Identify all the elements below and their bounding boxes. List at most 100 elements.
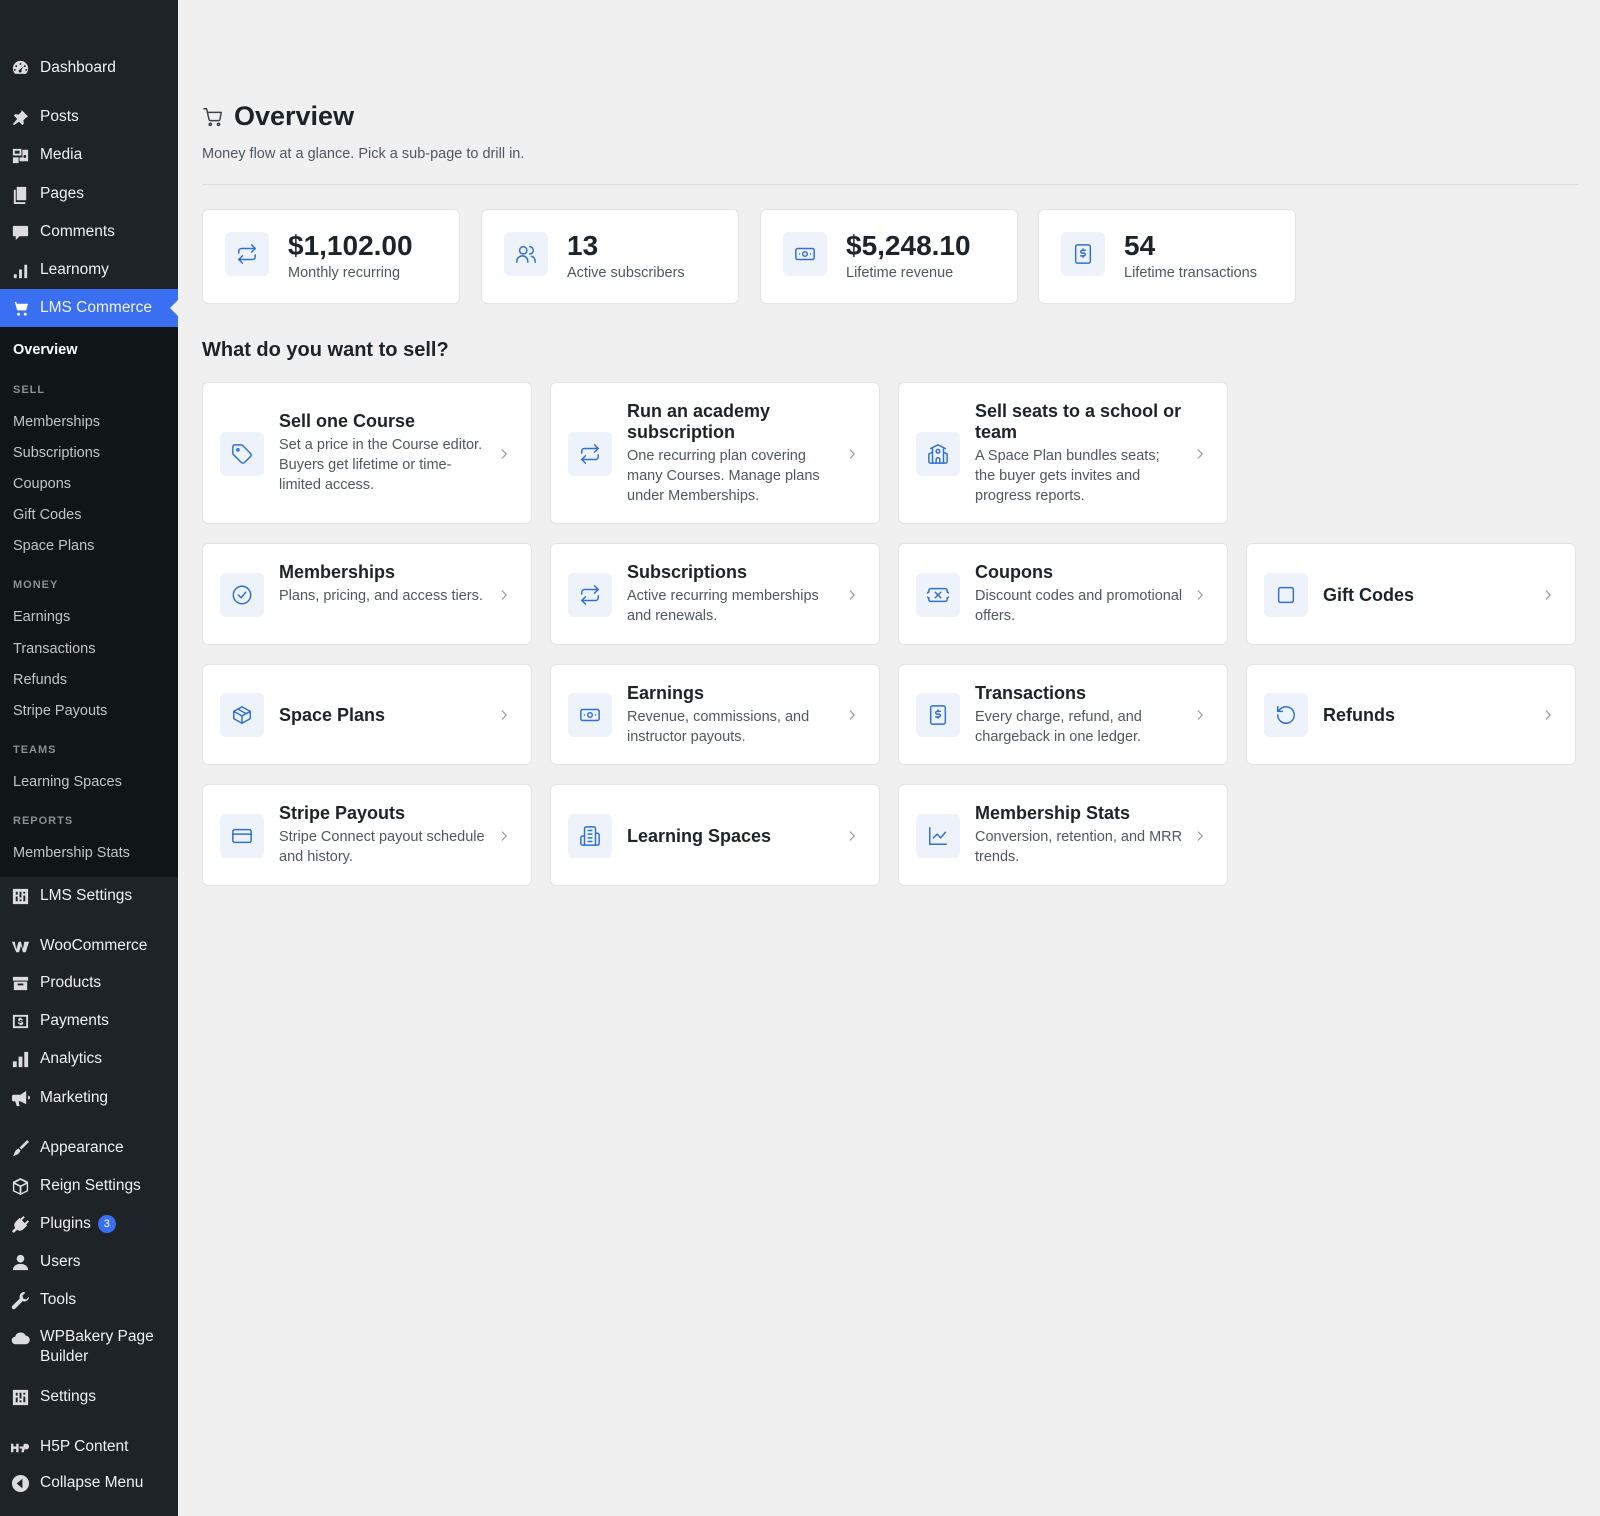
submenu-membership-stats[interactable]: Membership Stats [13, 845, 130, 861]
card-refunds[interactable]: Refunds [1246, 664, 1576, 765]
pin-icon [10, 107, 30, 127]
submenu-heading-sell: SELL [13, 384, 46, 396]
menu-item-wpbakery[interactable]: WPBakery Page Builder [0, 1327, 178, 1371]
menu-item-posts[interactable]: Posts [0, 106, 178, 128]
chevron-right-icon [845, 708, 859, 722]
card-body: Run an academy subscription One recurrin… [627, 401, 835, 506]
menu-item-products[interactable]: Products [0, 972, 178, 994]
menu-item-analytics[interactable]: Analytics [0, 1048, 178, 1070]
users-icon [504, 232, 548, 276]
card-sell-seats[interactable]: Sell seats to a school or team A Space P… [898, 382, 1228, 524]
card-subscriptions[interactable]: Subscriptions Active recurring membershi… [550, 543, 880, 645]
menu-label: LMS Commerce [40, 299, 152, 316]
chevron-right-icon [845, 588, 859, 602]
h5p-icon [10, 1437, 30, 1457]
menu-label: Pages [40, 185, 84, 202]
menu-item-media[interactable]: Media [0, 144, 178, 166]
menu-label: Media [40, 146, 83, 163]
menu-item-settings[interactable]: Settings [0, 1386, 178, 1408]
menu-item-reign-settings[interactable]: Reign Settings [0, 1175, 178, 1197]
cart-icon [10, 298, 30, 318]
banknote-icon [783, 232, 827, 276]
card-gift-codes[interactable]: Gift Codes [1246, 543, 1576, 645]
card-body: Space Plans [279, 705, 487, 726]
stat-label: Monthly recurring [288, 265, 401, 281]
lms-commerce-submenu: Overview SELL Memberships Subscriptions … [0, 327, 178, 877]
menu-item-woocommerce[interactable]: WooCommerce [0, 935, 178, 957]
submenu-earnings[interactable]: Earnings [13, 609, 70, 625]
chevron-right-icon [1193, 708, 1207, 722]
menu-label-line: Builder [40, 1348, 89, 1365]
comment-icon [10, 222, 30, 242]
menu-label: LMS Settings [40, 887, 133, 904]
card-space-plans[interactable]: Space Plans [202, 664, 532, 765]
menu-label: WooCommerce [40, 937, 148, 954]
stat-card-monthly-recurring: $1,102.00 Monthly recurring [202, 209, 460, 304]
card-stripe-payouts[interactable]: Stripe Payouts Stripe Connect payout sch… [202, 784, 532, 886]
collapse-menu-button[interactable]: Collapse Menu [0, 1472, 178, 1494]
page-header: Overview [202, 101, 354, 132]
card-title: Coupons [975, 562, 1053, 582]
card-body: Stripe Payouts Stripe Connect payout sch… [279, 803, 487, 867]
menu-item-comments[interactable]: Comments [0, 221, 178, 243]
card-earnings[interactable]: Earnings Revenue, commissions, and instr… [550, 664, 880, 765]
menu-label: Marketing [40, 1089, 109, 1106]
submenu-memberships[interactable]: Memberships [13, 414, 100, 430]
card-body: Sell seats to a school or team A Space P… [975, 401, 1183, 506]
card-title: Learning Spaces [627, 826, 772, 846]
chevron-right-icon [1193, 829, 1207, 843]
submenu-gift-codes[interactable]: Gift Codes [13, 507, 82, 523]
menu-label: Collapse Menu [40, 1474, 144, 1491]
menu-item-dashboard[interactable]: Dashboard [0, 57, 178, 79]
submenu-transactions[interactable]: Transactions [13, 641, 95, 657]
menu-item-appearance[interactable]: Appearance [0, 1137, 178, 1159]
menu-label: Settings [40, 1388, 97, 1405]
card-sell-one-course[interactable]: Sell one Course Set a price in the Cours… [202, 382, 532, 524]
stat-value: $5,248.10 [846, 230, 971, 261]
card-coupons[interactable]: Coupons Discount codes and promotional o… [898, 543, 1228, 645]
card-title: Transactions [975, 683, 1087, 703]
stat-value: 54 [1124, 230, 1156, 261]
menu-item-users[interactable]: Users [0, 1251, 178, 1273]
card-body: Transactions Every charge, refund, and c… [975, 683, 1183, 747]
submenu-subscriptions[interactable]: Subscriptions [13, 445, 100, 461]
card-learning-spaces[interactable]: Learning Spaces [550, 784, 880, 886]
card-body: Membership Stats Conversion, retention, … [975, 803, 1183, 867]
card-desc: Discount codes and promotional offers. [975, 588, 1183, 624]
menu-item-lms-commerce[interactable]: LMS Commerce [0, 289, 178, 327]
menu-item-payments[interactable]: Payments [0, 1010, 178, 1032]
menu-item-learnomy[interactable]: Learnomy [0, 259, 178, 281]
chevron-right-icon [497, 588, 511, 602]
card-academy-subscription[interactable]: Run an academy subscription One recurrin… [550, 382, 880, 524]
submenu-overview[interactable]: Overview [13, 342, 78, 358]
menu-item-lms-settings[interactable]: LMS Settings [0, 885, 178, 907]
menu-item-plugins[interactable]: Plugins 3 [0, 1213, 178, 1235]
chevron-right-icon [845, 829, 859, 843]
card-memberships[interactable]: Memberships Plans, pricing, and access t… [202, 543, 532, 645]
chevron-right-icon [1541, 708, 1555, 722]
submenu-coupons[interactable]: Coupons [13, 476, 71, 492]
submenu-space-plans[interactable]: Space Plans [13, 538, 94, 554]
menu-label: Tools [40, 1291, 77, 1308]
menu-item-pages[interactable]: Pages [0, 183, 178, 205]
menu-item-tools[interactable]: Tools [0, 1289, 178, 1311]
cloud-icon [10, 1328, 30, 1348]
submenu-learning-spaces[interactable]: Learning Spaces [13, 774, 122, 790]
collapse-icon [10, 1473, 30, 1493]
chevron-right-icon [1541, 588, 1555, 602]
stat-value: $1,102.00 [288, 230, 413, 261]
main-content: Overview Money flow at a glance. Pick a … [178, 0, 1600, 1516]
submenu-stripe-payouts[interactable]: Stripe Payouts [13, 703, 107, 719]
card-desc: Revenue, commissions, and instructor pay… [627, 709, 810, 745]
card-desc: One recurring plan covering many Courses… [627, 448, 820, 504]
card-title: Membership Stats [975, 803, 1131, 823]
card-membership-stats[interactable]: Membership Stats Conversion, retention, … [898, 784, 1228, 886]
submenu-refunds[interactable]: Refunds [13, 672, 67, 688]
card-desc: Stripe Connect payout schedule and histo… [279, 829, 485, 865]
card-transactions[interactable]: Transactions Every charge, refund, and c… [898, 664, 1228, 765]
card-title: Gift Codes [1323, 585, 1415, 605]
menu-item-marketing[interactable]: Marketing [0, 1087, 178, 1109]
menu-item-h5p[interactable]: H5P Content [0, 1436, 178, 1458]
plug-icon [10, 1214, 30, 1234]
banknote-icon [568, 693, 612, 737]
